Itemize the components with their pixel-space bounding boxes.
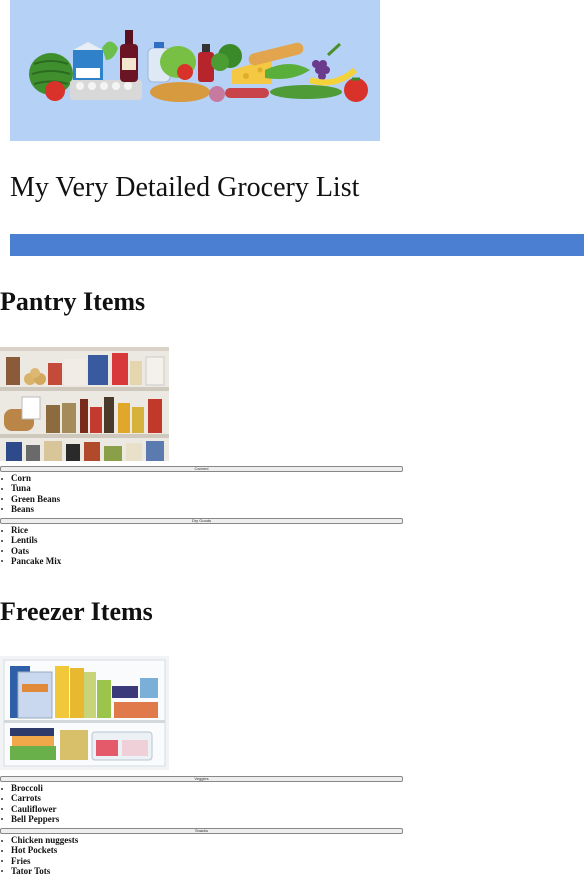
veggies-toggle-button[interactable]: Veggies <box>0 776 403 782</box>
list-item: Chicken nuggests <box>0 835 78 845</box>
list-item: Oats <box>0 546 61 556</box>
list-item: Fries <box>0 856 78 866</box>
list-item: Cauliflower <box>0 804 59 814</box>
list-item: Bell Peppers <box>0 814 59 824</box>
pantry-section-title: Pantry Items <box>0 287 146 316</box>
list-item: Broccoli <box>0 783 59 793</box>
groceries-banner-image <box>10 0 380 141</box>
canned-toggle-button[interactable]: Canned <box>0 466 403 472</box>
list-item: Lentils <box>0 535 61 545</box>
freezer-photo <box>0 656 169 770</box>
groceries-illustration-icon <box>29 30 368 102</box>
pantry-photo <box>0 347 169 461</box>
list-item: Carrots <box>0 793 59 803</box>
veggies-list: Broccoli Carrots Cauliflower Bell Pepper… <box>0 783 59 824</box>
list-item: Green Beans <box>0 494 60 504</box>
snacks-toggle-button[interactable]: Snacks <box>0 828 403 834</box>
list-item: Tuna <box>0 483 60 493</box>
freezer-section-title: Freezer Items <box>0 597 153 626</box>
list-item: Hot Pockets <box>0 845 78 855</box>
list-item: Tator Tots <box>0 866 78 876</box>
list-item: Corn <box>0 473 60 483</box>
snacks-list: Chicken nuggests Hot Pockets Fries Tator… <box>0 835 78 876</box>
pantry-shelves-photo-icon <box>0 347 169 461</box>
list-item: Beans <box>0 504 60 514</box>
list-item: Rice <box>0 525 61 535</box>
page-title: My Very Detailed Grocery List <box>10 172 360 203</box>
dry-goods-toggle-button[interactable]: Dry Goods <box>0 518 403 524</box>
canned-list: Corn Tuna Green Beans Beans <box>0 473 60 514</box>
list-item: Pancake Mix <box>0 556 61 566</box>
dry-goods-list: Rice Lentils Oats Pancake Mix <box>0 525 61 566</box>
freezer-photo-icon <box>0 656 169 770</box>
divider-bar <box>10 234 584 256</box>
